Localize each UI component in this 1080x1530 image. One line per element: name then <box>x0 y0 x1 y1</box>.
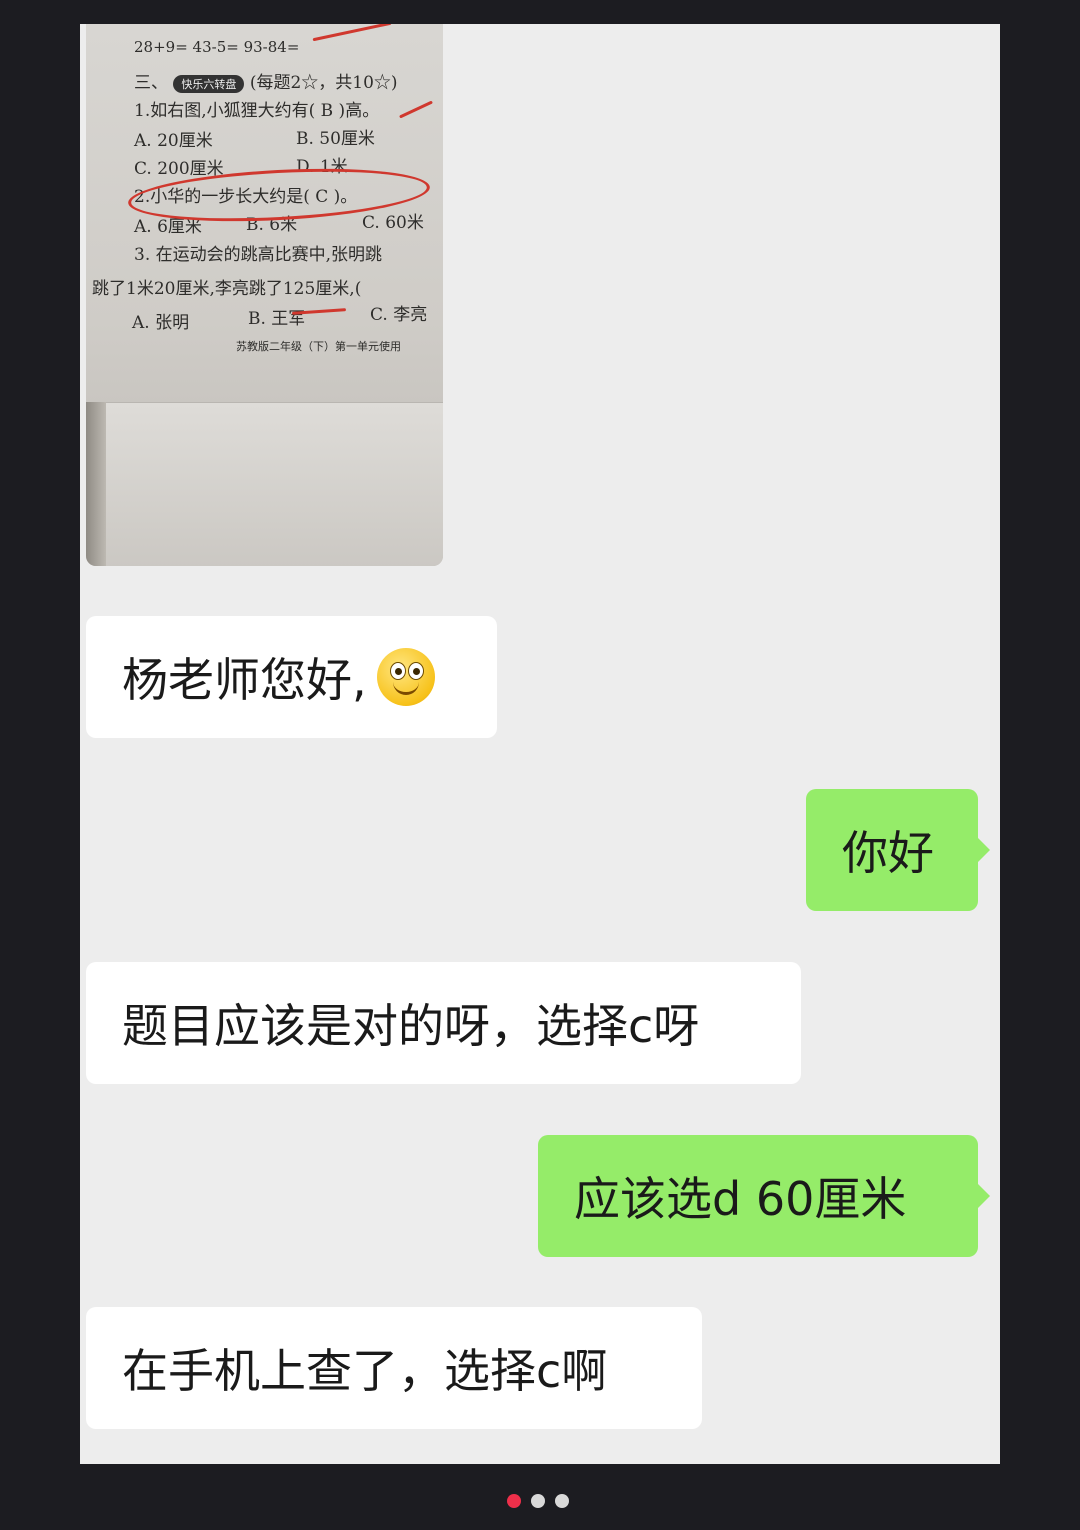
worksheet-line: A. 张明 <box>132 313 190 333</box>
worksheet-line: 三、 快乐六转盘 (每题2☆，共10☆) <box>134 68 398 93</box>
worksheet-line: 1.如右图,小狐狸大约有( B )高。 <box>134 101 380 121</box>
worksheet-line: B. 50厘米 <box>296 129 375 149</box>
red-mark-annotation <box>312 24 392 42</box>
worksheet-section: 三、 <box>134 73 168 93</box>
worksheet-line: A. 20厘米 <box>134 131 213 151</box>
message-bubble-outgoing[interactable]: 你好 <box>806 789 990 911</box>
message-text: 题目应该是对的呀，选择c呀 <box>122 999 700 1053</box>
message-text: 你好 <box>842 826 934 880</box>
emoji-mouth <box>392 678 419 695</box>
message-bubble-incoming[interactable]: 在手机上查了，选择c啊 <box>86 1307 702 1429</box>
paper-lower-area <box>86 402 443 566</box>
message-text: 在手机上查了，选择c啊 <box>122 1344 608 1398</box>
chat-panel: 28+9= 43-5= 93-84= 三、 快乐六转盘 (每题2☆，共10☆) … <box>80 24 1000 1464</box>
smile-emoji-icon <box>376 648 435 706</box>
message-bubble-incoming[interactable]: 题目应该是对的呀，选择c呀 <box>86 962 801 1084</box>
page-indicator <box>507 1494 569 1508</box>
message-bubble-incoming[interactable]: 杨老师您好, <box>86 616 497 738</box>
worksheet-line: C. 60米 <box>362 213 424 233</box>
worksheet-line: B. 王军 <box>248 309 306 329</box>
page-dot[interactable] <box>531 1494 545 1508</box>
worksheet-score: (每题2☆，共10☆) <box>249 73 398 93</box>
worksheet-line: 跳了1米20厘米,李亮跳了125厘米,( <box>92 279 362 299</box>
page-dot[interactable] <box>555 1494 569 1508</box>
worksheet-photo-message[interactable]: 28+9= 43-5= 93-84= 三、 快乐六转盘 (每题2☆，共10☆) … <box>86 24 443 566</box>
worksheet-line: 3. 在运动会的跳高比赛中,张明跳 <box>134 245 383 265</box>
worksheet-footer: 苏教版二年级（下）第一单元使用 <box>236 340 401 353</box>
worksheet-badge: 快乐六转盘 <box>173 74 245 93</box>
worksheet-line: C. 李亮 <box>370 305 428 325</box>
message-text: 应该选d 60厘米 <box>574 1172 907 1226</box>
message-text: 杨老师您好, <box>122 653 367 707</box>
red-mark-annotation <box>399 100 433 119</box>
paper-edge-shadow <box>86 402 106 566</box>
worksheet-line: 28+9= 43-5= 93-84= <box>134 38 300 56</box>
page-dot-active[interactable] <box>507 1494 521 1508</box>
message-bubble-outgoing[interactable]: 应该选d 60厘米 <box>538 1135 990 1257</box>
